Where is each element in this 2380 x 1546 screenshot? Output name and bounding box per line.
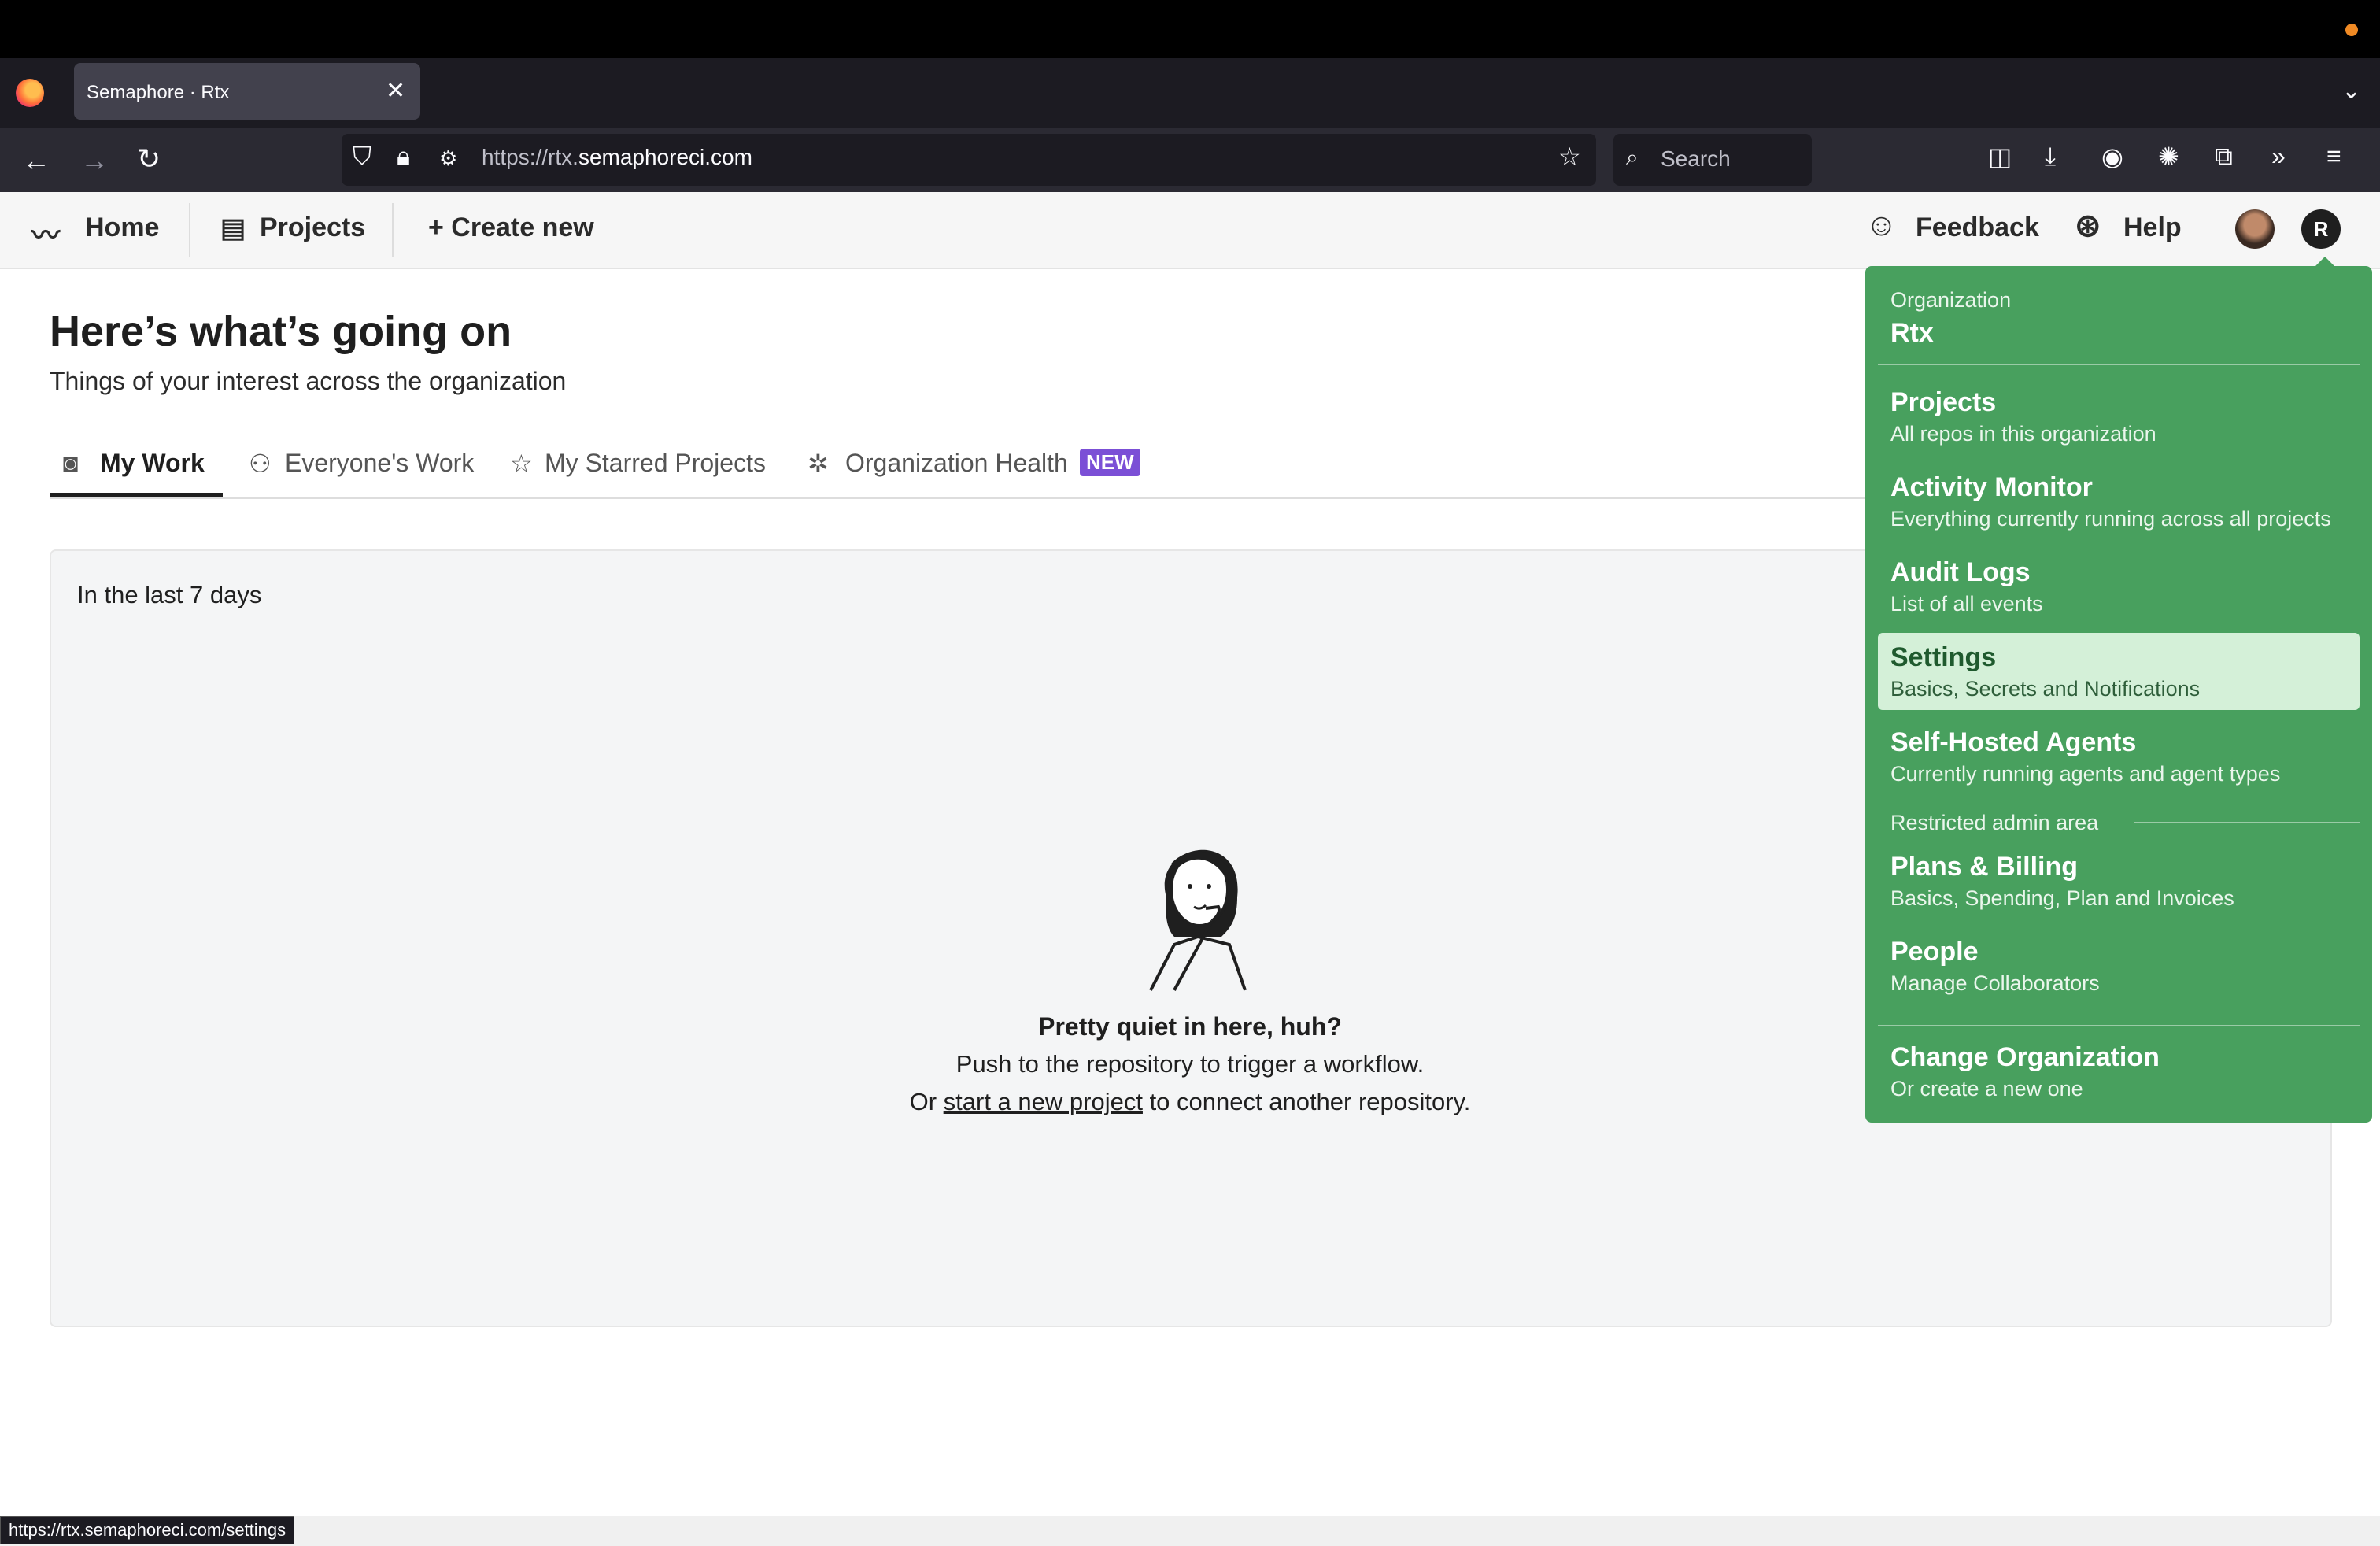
page-title: Here’s what’s going on [50,308,512,355]
tab-my-starred-projects[interactable]: My Starred Projects [545,449,766,478]
semaphore-logo-icon[interactable]: 〰 [31,213,60,253]
menu-projects[interactable]: Projects [1890,387,1996,418]
feedback-button[interactable]: Feedback [1916,213,2039,243]
my-work-icon: ◙ [63,449,79,477]
empty-state-message: Push to the repository to trigger a work… [955,1050,1425,1078]
menu-change-organization-desc: Or create a new one [1890,1077,2083,1100]
menu-plans-billing-desc: Basics, Spending, Plan and Invoices [1890,886,2234,910]
menu-divider [1878,364,2360,365]
user-avatar[interactable] [2235,209,2275,249]
bookmark-star-icon[interactable]: ☆ [1558,142,1581,172]
empty-state-prefix: Or [909,1088,944,1115]
thinking-person-illustration [1149,849,1247,991]
page-subtitle: Things of your interest across the organ… [50,367,567,395]
organization-label: Organization [1890,288,2012,312]
menu-audit-logs[interactable]: Audit Logs [1890,557,2031,588]
menu-divider [1878,1025,2360,1026]
star-icon: ☆ [510,449,533,478]
menu-people[interactable]: People [1890,937,1978,967]
menu-self-hosted-agents-desc: Currently running agents and agent types [1890,762,2281,786]
account-icon[interactable]: ◉ [2101,142,2123,172]
forward-icon[interactable]: → [80,145,109,176]
help-button[interactable]: Help [2123,213,2182,243]
empty-state-title: Pretty quiet in here, huh? [1038,1012,1342,1041]
projects-link[interactable]: Projects [260,213,365,243]
new-badge: NEW [1080,449,1140,476]
period-label: In the last 7 days [77,581,262,608]
empty-state-message-2: Or start a new project to connect anothe… [826,1088,1554,1116]
tab-list-chevron-icon[interactable]: ⌄ [2341,77,2361,105]
tab-everyones-work[interactable]: Everyone's Work [285,449,474,478]
active-tab-indicator [50,493,223,497]
lifebuoy-icon: ⊛ [2075,209,2101,243]
search-icon: ⌕ [1626,145,1639,169]
search-placeholder: Search [1661,146,1731,171]
shield-icon[interactable]: ⛉ [353,142,371,172]
more-tools-icon[interactable]: » [2271,142,2286,171]
menu-activity-monitor[interactable]: Activity Monitor [1890,472,2093,503]
empty-state-suffix: to connect another repository. [1142,1088,1471,1115]
home-link[interactable]: Home [85,213,159,243]
start-new-project-link[interactable]: start a new project [944,1088,1143,1115]
page-bottom-area [0,1516,2380,1546]
menu-projects-desc: All repos in this organization [1890,422,2156,446]
reload-icon[interactable]: ↻ [137,143,161,175]
menu-self-hosted-agents[interactable]: Self-Hosted Agents [1890,727,2136,758]
menu-plans-billing[interactable]: Plans & Billing [1890,852,2078,882]
menu-audit-logs-desc: List of all events [1890,592,2043,616]
recording-indicator-icon [2345,24,2358,36]
header-divider [189,203,190,257]
people-icon: ⚇ [249,449,272,478]
tab-close-icon[interactable]: ✕ [386,76,405,107]
menu-people-desc: Manage Collaborators [1890,971,2100,995]
smiley-icon: ☺ [1865,208,1898,242]
permissions-icon[interactable]: ⚙ [439,146,457,171]
tab-title: Semaphore · Rtx [87,82,230,103]
organization-name: Rtx [1890,318,1934,348]
menu-settings-desc: Basics, Secrets and Notifications [1890,677,2201,701]
link-status-url: https://rtx.semaphoreci.com/settings [0,1516,295,1544]
pocket-icon[interactable]: ◫ [1988,142,2012,172]
header-divider [392,203,394,257]
organization-avatar[interactable]: R [2301,209,2341,249]
lock-icon[interactable]: 🔒︎ [397,142,410,172]
menu-change-organization[interactable]: Change Organization [1890,1042,2160,1073]
health-icon: ✲ [808,449,829,478]
firefox-icon[interactable] [16,79,44,107]
menu-activity-monitor-desc: Everything currently running across all … [1890,507,2331,531]
menu-settings[interactable]: Settings [1890,642,1996,673]
restricted-area-label: Restricted admin area [1890,811,2099,834]
tab-my-work[interactable]: My Work [100,449,205,478]
restricted-divider [2134,822,2360,823]
extensions-icon[interactable]: ⧉ [2215,142,2233,172]
tab-organization-health[interactable]: Organization Health [845,449,1068,478]
system-menu-bar [0,0,2380,58]
back-icon[interactable]: ← [22,145,50,176]
url-text[interactable]: https://rtx.semaphoreci.com [482,145,752,170]
downloads-icon[interactable]: ⤓ [2045,142,2056,172]
create-new-button[interactable]: + Create new [428,213,594,243]
projects-icon: ▤ [220,213,246,243]
vpn-icon[interactable]: ✺ [2158,142,2179,172]
menu-icon[interactable]: ≡ [2326,142,2341,171]
